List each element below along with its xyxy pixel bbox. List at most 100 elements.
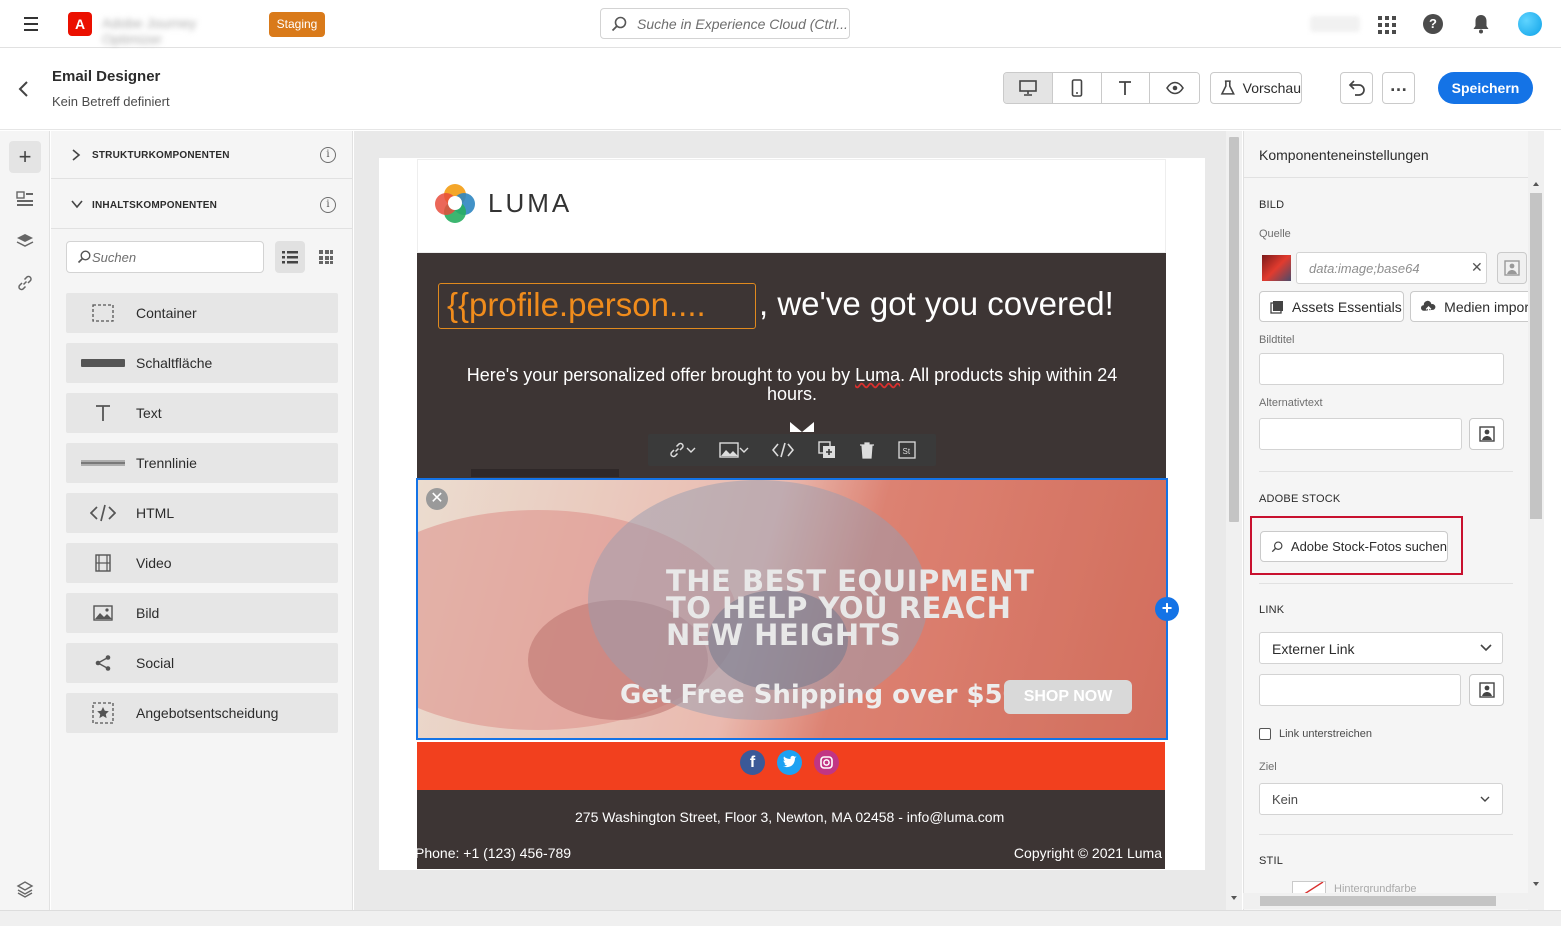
settings-scrollbar[interactable] (1528, 131, 1544, 911)
image-dropdown[interactable] (719, 442, 749, 458)
email-footer[interactable]: 275 Washington Street, Floor 3, Newton, … (415, 790, 1165, 869)
stock-button[interactable]: St (898, 441, 916, 459)
image-title-input[interactable] (1259, 353, 1504, 385)
component-text[interactable]: Text (66, 393, 338, 433)
grid-view-toggle[interactable] (311, 241, 341, 273)
facebook-icon[interactable]: f (740, 750, 765, 775)
apps-grid-icon[interactable] (1374, 12, 1398, 36)
search-icon (611, 16, 627, 32)
page-horizontal-scrollbar[interactable] (0, 910, 1561, 926)
target-select[interactable]: Kein (1259, 783, 1503, 815)
list-view-icon (282, 251, 298, 264)
component-image[interactable]: Bild (66, 593, 338, 633)
link-url-input[interactable] (1259, 674, 1461, 706)
undo-button[interactable] (1340, 72, 1373, 104)
structure-section-header[interactable]: STRUKTURKOMPONENTEN i (51, 131, 353, 179)
selected-image-block[interactable]: ✕ THE BEST EQUIPMENT TO HELP YOU REACH N… (416, 478, 1168, 740)
chevron-down-icon (686, 447, 696, 453)
trash-icon (859, 442, 874, 459)
layers-icon[interactable] (9, 225, 41, 257)
text-view-button[interactable] (1101, 73, 1151, 103)
hamburger-menu-icon[interactable] (18, 14, 44, 34)
underline-link-checkbox[interactable] (1259, 728, 1271, 740)
style-section-label: STIL (1259, 855, 1284, 867)
component-social[interactable]: Social (66, 643, 338, 683)
scroll-down-icon[interactable] (1532, 881, 1540, 887)
component-container[interactable]: Container (66, 293, 338, 333)
link-icon[interactable] (9, 267, 41, 299)
personalization-token[interactable]: {{profile.person.... (438, 283, 756, 329)
component-label: Social (136, 655, 175, 671)
preview-button[interactable]: Vorschau (1210, 72, 1302, 104)
app-name: Adobe Journey Optimizer (102, 15, 197, 47)
info-icon[interactable]: i (320, 147, 336, 163)
more-actions-button[interactable]: … (1382, 72, 1415, 104)
component-divider[interactable]: Trennlinie (66, 443, 338, 483)
twitter-icon[interactable] (777, 750, 802, 775)
mobile-icon (1071, 79, 1082, 97)
preview-eye-button[interactable] (1150, 73, 1199, 103)
scroll-up-icon[interactable] (1532, 181, 1540, 187)
clear-icon[interactable]: ✕ (1471, 259, 1483, 276)
banner-headline-line: NEW HEIGHTS (666, 618, 902, 652)
adobe-logo[interactable]: A (68, 12, 92, 36)
remove-image-icon[interactable]: ✕ (426, 488, 448, 510)
layers-settings-icon[interactable] (9, 873, 41, 905)
mobile-view-button[interactable] (1052, 73, 1102, 103)
delete-button[interactable] (859, 441, 875, 459)
bg-color-swatch[interactable] (1292, 881, 1326, 893)
asset-picker-button[interactable] (1497, 252, 1527, 284)
link-personalize-button[interactable] (1469, 674, 1504, 706)
personalization-icon (1478, 426, 1495, 442)
adobe-stock-search-button[interactable]: Adobe Stock-Fotos suchen (1260, 531, 1448, 562)
list-view-toggle[interactable] (275, 241, 305, 273)
scroll-down-icon[interactable] (1230, 895, 1238, 901)
email-header-block[interactable]: LUMA (417, 159, 1166, 253)
component-html[interactable]: HTML (66, 493, 338, 533)
environment-badge: Staging (269, 12, 325, 37)
image-title-label: Bildtitel (1259, 334, 1295, 346)
content-section-label: INHALTSKOMPONENTEN (92, 200, 218, 211)
banner-shipping-text: Get Free Shipping over $50 (620, 680, 1021, 710)
desktop-view-button[interactable] (1004, 73, 1053, 103)
social-links-block[interactable]: f (417, 742, 1165, 790)
org-switcher[interactable] (1310, 16, 1360, 32)
duplicate-button[interactable] (817, 441, 836, 459)
target-value: Kein (1272, 792, 1299, 807)
help-icon[interactable]: ? (1423, 14, 1443, 34)
back-arrow-icon[interactable] (14, 79, 34, 99)
alt-text-personalize-button[interactable] (1469, 418, 1504, 450)
text-icon (1119, 81, 1132, 95)
divider (1259, 583, 1513, 584)
banner-cta[interactable]: SHOP NOW (1004, 680, 1132, 714)
settings-horizontal-scrollbar[interactable] (1243, 893, 1528, 909)
container-icon (88, 301, 118, 325)
component-video[interactable]: Video (66, 543, 338, 583)
content-section-header[interactable]: INHALTSKOMPONENTEN i (51, 181, 353, 229)
component-offer-decision[interactable]: Angebotsentscheidung (66, 693, 338, 733)
assets-essentials-button[interactable]: Assets Essentials (1259, 291, 1404, 322)
canvas-scrollbar[interactable] (1226, 131, 1242, 911)
notification-bell-icon[interactable] (1471, 13, 1491, 35)
info-icon[interactable]: i (320, 197, 336, 213)
fragments-icon[interactable] (9, 183, 41, 215)
instagram-icon[interactable] (814, 750, 839, 775)
component-button[interactable]: Schaltfläche (66, 343, 338, 383)
save-button[interactable]: Speichern (1438, 72, 1533, 104)
link-type-select[interactable]: Externer Link (1259, 632, 1503, 664)
global-search-input[interactable]: Suche in Experience Cloud (Ctrl... (600, 8, 850, 39)
underline-link-label: Link unterstreichen (1279, 728, 1372, 740)
adobe-stock-icon: St (898, 441, 916, 459)
add-components-icon[interactable]: + (9, 141, 41, 173)
resize-handle-icon[interactable]: + (1155, 597, 1179, 621)
components-search-input[interactable]: Suchen (66, 241, 264, 273)
code-button[interactable] (772, 442, 795, 458)
top-bar: A Adobe Journey Optimizer Staging Suche … (0, 0, 1561, 48)
user-avatar[interactable] (1518, 12, 1542, 36)
alt-text-input[interactable] (1259, 418, 1462, 450)
view-mode-group (1003, 72, 1200, 104)
link-dropdown[interactable] (668, 441, 696, 459)
component-settings-panel: Komponenteneinstellungen BILD Quelle dat… (1243, 131, 1529, 911)
source-url-field[interactable]: data:image;base64 ✕ (1296, 252, 1487, 284)
import-media-button[interactable]: Medien impor (1410, 291, 1529, 322)
